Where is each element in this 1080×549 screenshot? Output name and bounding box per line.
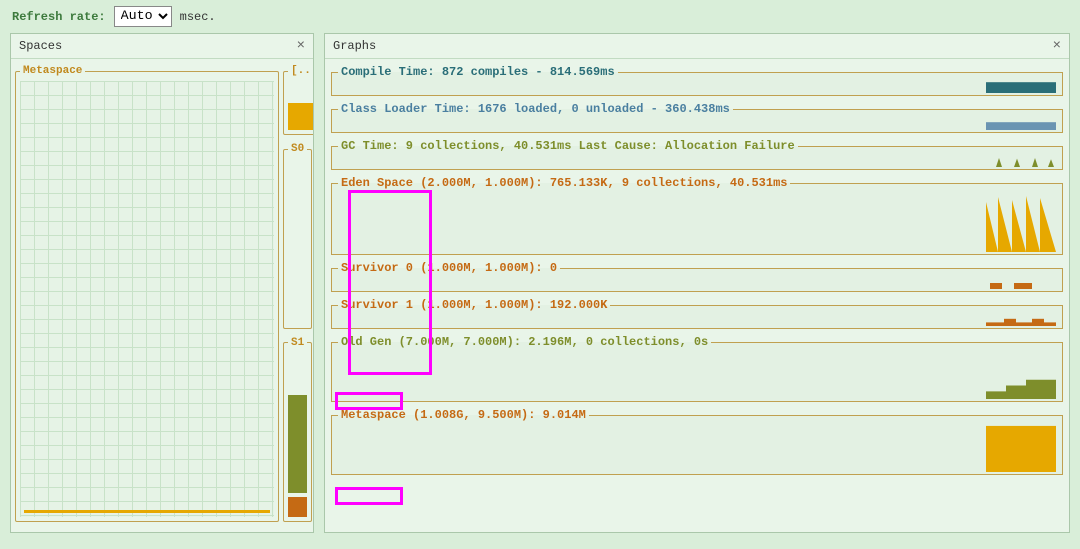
metaspace-grid: [20, 81, 274, 517]
graph-gc-time-label: GC Time: 9 collections, 40.531ms Last Ca…: [338, 139, 798, 153]
graph-compile-time: Compile Time: 872 compiles - 814.569ms: [331, 65, 1063, 96]
spaces-panel-header: Spaces ×: [11, 34, 313, 59]
refresh-rate-label: Refresh rate:: [12, 10, 106, 24]
graph-survivor0: Survivor 0 (1.000M, 1.000M): 0: [331, 261, 1063, 292]
spaces-panel: Spaces × Metaspace [...] S0 S1: [10, 33, 314, 533]
graphs-body: Compile Time: 872 compiles - 814.569ms C…: [325, 59, 1069, 532]
graph-classloader-spark: [986, 118, 1056, 130]
main-area: Spaces × Metaspace [...] S0 S1: [0, 33, 1080, 543]
space-bar-s0: S0: [283, 143, 312, 329]
graph-metaspace: Metaspace (1.008G, 9.500M): 9.014M: [331, 408, 1063, 475]
graph-gc-time-spark: [986, 155, 1056, 167]
space-bar-s1-extra: [288, 497, 307, 517]
spaces-panel-title: Spaces: [19, 39, 62, 53]
refresh-rate-unit: msec.: [180, 10, 216, 24]
graph-oldgen-label: Old Gen (7.000M, 7.000M): 2.196M, 0 coll…: [338, 335, 711, 349]
graphs-panel-header: Graphs ×: [325, 34, 1069, 59]
graph-survivor1-spark: [986, 314, 1056, 326]
spaces-body: Metaspace [...] S0 S1: [11, 59, 313, 532]
space-bar-1: [...]: [283, 65, 313, 135]
space-bar-1-legend: [...]: [288, 65, 313, 77]
graphs-panel: Graphs × Compile Time: 872 compiles - 81…: [324, 33, 1070, 533]
top-bar: Refresh rate: Auto msec.: [0, 0, 1080, 33]
graph-eden-spark: [986, 192, 1056, 252]
graph-classloader-label: Class Loader Time: 1676 loaded, 0 unload…: [338, 102, 733, 116]
graph-survivor0-spark: [986, 277, 1056, 289]
graph-survivor1-label: Survivor 1 (1.000M, 1.000M): 192.000K: [338, 298, 610, 312]
space-bar-s1-fill: [288, 395, 307, 494]
graph-classloader: Class Loader Time: 1676 loaded, 0 unload…: [331, 102, 1063, 133]
graphs-panel-close-icon[interactable]: ×: [1053, 38, 1061, 54]
graph-oldgen: Old Gen (7.000M, 7.000M): 2.196M, 0 coll…: [331, 335, 1063, 402]
graph-compile-time-spark: [986, 81, 1056, 93]
graph-eden-label: Eden Space (2.000M, 1.000M): 765.133K, 9…: [338, 176, 790, 190]
spaces-panel-close-icon[interactable]: ×: [297, 38, 305, 54]
graph-survivor1: Survivor 1 (1.000M, 1.000M): 192.000K: [331, 298, 1063, 329]
graph-metaspace-label: Metaspace (1.008G, 9.500M): 9.014M: [338, 408, 589, 422]
graph-metaspace-spark: [986, 424, 1056, 472]
graph-oldgen-spark: [986, 351, 1056, 399]
graph-survivor0-label: Survivor 0 (1.000M, 1.000M): 0: [338, 261, 560, 275]
space-bar-s0-legend: S0: [288, 143, 307, 155]
metaspace-legend: Metaspace: [20, 65, 85, 77]
graph-gc-time: GC Time: 9 collections, 40.531ms Last Ca…: [331, 139, 1063, 170]
refresh-rate-select[interactable]: Auto: [114, 6, 172, 27]
space-bar-column: [...] S0 S1: [283, 65, 309, 522]
space-bar-1-fill: [288, 103, 313, 130]
metaspace-box: Metaspace: [15, 65, 279, 522]
graph-eden: Eden Space (2.000M, 1.000M): 765.133K, 9…: [331, 176, 1063, 255]
graphs-panel-title: Graphs: [333, 39, 376, 53]
graph-compile-time-label: Compile Time: 872 compiles - 814.569ms: [338, 65, 618, 79]
space-bar-s1-legend: S1: [288, 337, 307, 349]
space-bar-s1: S1: [283, 337, 312, 523]
